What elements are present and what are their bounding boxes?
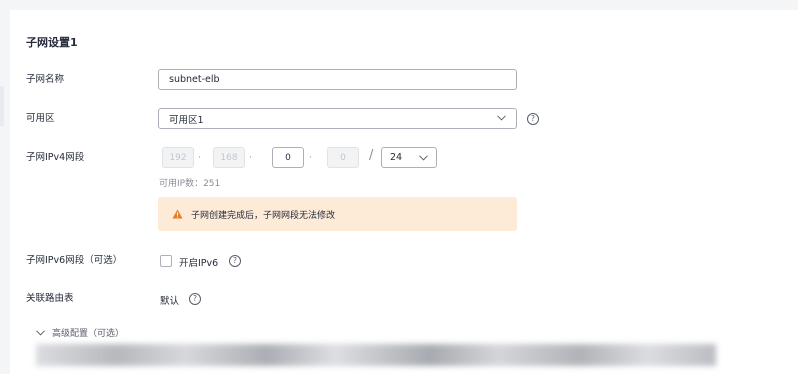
ip-octet-2: 168 [213,147,245,168]
az-select[interactable]: 可用区1 [158,108,517,129]
az-value: 可用区1 [169,114,204,126]
ipv6-label: 子网IPv6网段（可选） [26,255,123,266]
ip-octet-3-input[interactable]: 0 [272,147,304,168]
az-label: 可用区 [26,113,55,124]
route-table-value: 默认 [160,296,180,307]
blurred-content [36,344,716,366]
ipv6-checkbox[interactable] [160,255,172,267]
warning-banner: 子网创建完成后，子网网段无法修改 [158,197,517,231]
ip-dot-1: · [198,153,201,163]
section-title: 子网设置1 [26,36,78,49]
ip-octet-1: 192 [162,147,194,168]
ip-slash: / [369,148,374,163]
chevron-down-icon [419,155,428,161]
warning-icon [172,209,183,219]
ipv4-label: 子网IPv4网段 [26,152,85,163]
available-ip-count: 可用IP数：251 [159,179,221,189]
mask-value: 24 [390,152,403,163]
ip-octet-4: 0 [327,147,359,168]
az-help-icon[interactable]: ? [527,113,539,125]
advanced-config-label: 高级配置（可选） [52,329,125,339]
advanced-config-toggle[interactable]: 高级配置（可选） [36,326,124,339]
chevron-down-icon [497,115,506,121]
subnet-name-label: 子网名称 [26,74,65,85]
subnet-name-input[interactable]: subnet-elb [158,69,517,90]
ipv6-help-icon[interactable]: ? [229,255,241,267]
ip-dot-3: · [309,153,312,163]
chevron-down-icon [36,329,45,336]
route-table-label: 关联路由表 [26,293,74,304]
left-edge-divider [0,86,4,126]
ipv6-checkbox-label[interactable]: 开启IPv6 [179,255,218,269]
subnet-name-value: subnet-elb [169,74,220,85]
subnet-settings-panel [10,10,798,374]
route-table-help-icon[interactable]: ? [189,293,201,305]
warning-text: 子网创建完成后，子网网段无法修改 [191,210,336,221]
mask-select[interactable]: 24 [381,147,437,168]
ip-dot-2: · [249,153,252,163]
